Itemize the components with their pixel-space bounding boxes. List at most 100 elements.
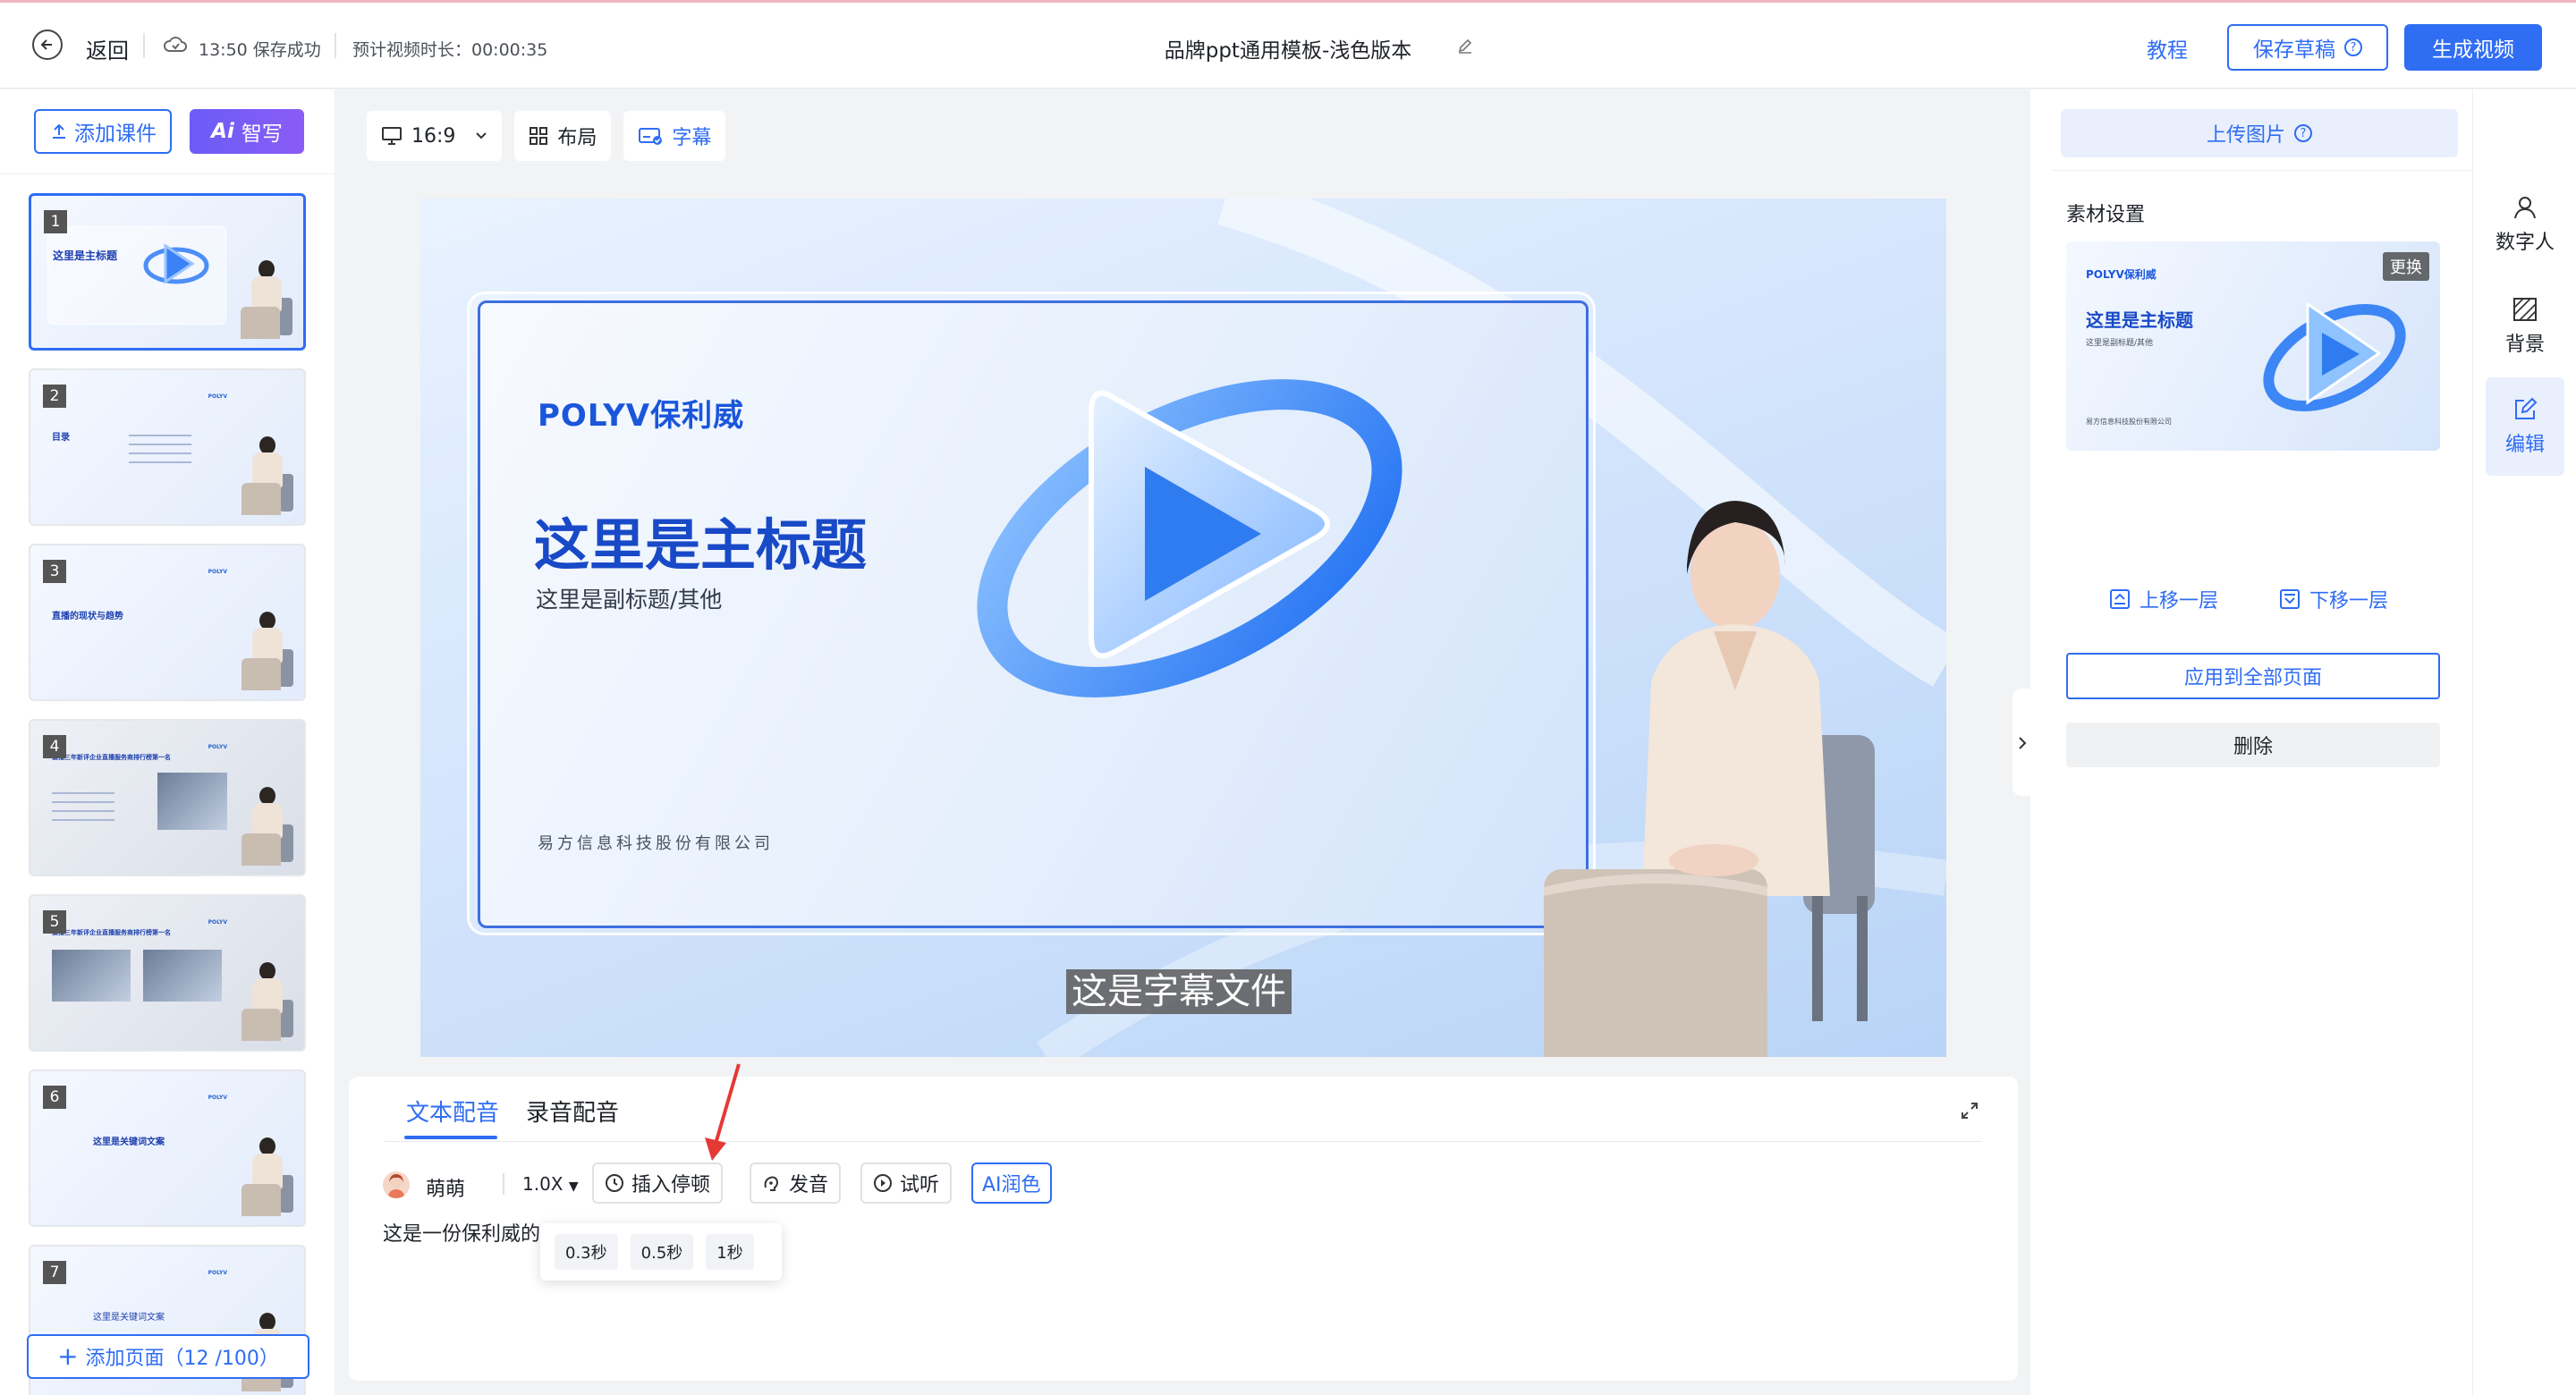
add-course-label: 添加课件 — [74, 123, 157, 146]
insert-pause-label: 插入停顿 — [631, 1174, 711, 1196]
slide-canvas[interactable]: POLYV保利威 这里是主标题 这里是副标题/其他 易方信息科技股份有限公司 这… — [420, 199, 1946, 1057]
chevron-down-icon — [476, 132, 487, 140]
tab-text-voice[interactable]: 文本配音 — [406, 1095, 499, 1128]
slide-title: 直播三年新评企业直播服务商排行榜第一名 — [52, 929, 171, 936]
add-page-button[interactable]: + 添加页面（12 /100） — [27, 1334, 309, 1379]
tab-edit[interactable]: 编辑 — [2486, 377, 2564, 476]
upload-image-button[interactable]: 上传图片 ? — [2061, 109, 2458, 157]
brand-logo: POLYV保利威 — [538, 398, 745, 434]
slide-thumbnail[interactable]: 2 POLYV 目录 — [29, 368, 306, 526]
clock-icon — [606, 1174, 623, 1192]
generate-video-button[interactable]: 生成视频 — [2404, 24, 2542, 71]
slide-title: 直播三年新评企业直播服务商排行榜第一名 — [52, 754, 171, 761]
move-layer-down-button[interactable]: 下移一层 — [2279, 585, 2388, 613]
tab-digital-human[interactable]: 数字人 — [2486, 175, 2564, 274]
annotation-arrow-icon — [705, 1063, 741, 1161]
pause-option[interactable]: 0.3秒 — [555, 1234, 618, 1270]
avatar-thumbnail — [242, 782, 295, 867]
save-draft-button[interactable]: 保存草稿 ? — [2227, 24, 2388, 71]
subtitle-button[interactable]: 字幕 — [623, 111, 726, 161]
slide-number: 4 — [43, 735, 66, 758]
material-settings-heading: 素材设置 — [2066, 204, 2146, 226]
upload-image-label: 上传图片 — [2206, 124, 2285, 147]
delete-button[interactable]: 删除 — [2066, 723, 2440, 767]
slide-logo: POLYV — [208, 1270, 227, 1276]
slide-number: 7 — [43, 1261, 66, 1284]
tab-label: 数字人 — [2495, 232, 2555, 254]
collapse-handle[interactable] — [2012, 689, 2032, 796]
slide-main-title[interactable]: 这里是主标题 — [534, 500, 867, 580]
person-icon — [2514, 197, 2536, 219]
subtitle-label: 字幕 — [672, 127, 712, 149]
slide-list: 1 这里是主标题 2 POLYV 目录 3 POLYV 直播的现状与趋势 4 P… — [27, 193, 309, 1395]
pronunciation-button[interactable]: 发音 — [750, 1162, 842, 1204]
save-draft-label: 保存草稿 — [2253, 38, 2335, 62]
avatar-thumbnail — [242, 431, 295, 517]
voice-script-input[interactable]: 这是一份保利威的 — [383, 1218, 540, 1247]
ai-write-label: 智写 — [241, 123, 283, 146]
slide-thumbnail[interactable]: 3 POLYV 直播的现状与趋势 — [29, 544, 306, 701]
tab-background[interactable]: 背景 — [2486, 277, 2564, 376]
insert-pause-button[interactable]: 插入停顿 — [592, 1162, 724, 1204]
slide-title: 目录 — [52, 433, 70, 443]
thumb-subtitle: 这里是副标题/其他 — [2086, 339, 2154, 348]
layout-button[interactable]: 布局 — [514, 111, 612, 161]
grid-icon — [530, 127, 548, 145]
help-icon: ? — [2294, 124, 2312, 142]
tab-label: 编辑 — [2504, 434, 2545, 456]
layer-up-icon — [2110, 589, 2130, 609]
subtitle-caption[interactable]: 这是字幕文件 — [1066, 969, 1292, 1014]
tab-record-voice[interactable]: 录音配音 — [526, 1095, 619, 1128]
slide-subtitle[interactable]: 这里是副标题/其他 — [536, 582, 722, 614]
ai-logo-icon: Ai — [211, 120, 234, 143]
play-logo-icon[interactable] — [957, 333, 1422, 708]
slide-title: 这里是关键词文案 — [93, 1137, 165, 1147]
slide-number: 6 — [43, 1086, 66, 1109]
company-name[interactable]: 易方信息科技股份有限公司 — [538, 831, 774, 854]
thumb-company: 易方信息科技股份有限公司 — [2086, 418, 2172, 426]
ai-polish-button[interactable]: AI润色 — [971, 1162, 1052, 1204]
avatar-thumbnail — [242, 1132, 295, 1218]
layout-label: 布局 — [557, 127, 597, 149]
slide-logo: POLYV — [208, 1095, 227, 1101]
slide-number: 3 — [43, 560, 66, 583]
ai-write-button[interactable]: Ai 智写 — [190, 109, 304, 154]
slide-thumbnail[interactable]: 5 POLYV 直播三年新评企业直播服务商排行榜第一名 — [29, 894, 306, 1052]
slide-title: 这里是主标题 — [53, 249, 118, 262]
pause-option[interactable]: 0.5秒 — [630, 1234, 694, 1270]
move-layer-up-button[interactable]: 上移一层 — [2109, 585, 2218, 613]
project-title[interactable]: 品牌ppt通用模板-浅色版本 — [0, 33, 2576, 63]
apply-all-pages-button[interactable]: 应用到全部页面 — [2066, 653, 2440, 699]
slide-thumbnail[interactable]: 1 这里是主标题 — [29, 193, 306, 351]
slide-number: 2 — [43, 385, 66, 408]
aspect-ratio-select[interactable]: 16:9 — [367, 111, 503, 161]
header: 返回 13:50 保存成功 预计视频时长：00:00:35 品牌ppt通用模板-… — [0, 3, 2576, 89]
layer-up-label: 上移一层 — [2140, 590, 2219, 613]
aspect-ratio-value: 16:9 — [411, 124, 456, 148]
slide-text-lines — [129, 435, 191, 470]
slide-thumbnail[interactable]: 4 POLYV 直播三年新评企业直播服务商排行榜第一名 — [29, 719, 306, 876]
material-thumbnail[interactable]: POLYV保利威 这里是主标题 这里是副标题/其他 易方信息科技股份有限公司 更… — [2066, 241, 2440, 451]
voice-name[interactable]: 萌萌 — [426, 1173, 465, 1202]
pencil-icon[interactable] — [1456, 37, 1474, 55]
slide-thumbnail[interactable]: 6 POLYV 这里是关键词文案 — [29, 1070, 306, 1227]
slides-panel: 添加课件 Ai 智写 1 这里是主标题 2 POLYV 目录 3 POLYV 直… — [0, 89, 335, 1395]
slide-photo — [143, 950, 222, 1002]
listen-button[interactable]: 试听 — [860, 1162, 953, 1204]
pause-duration-popup: 0.3秒 0.5秒 1秒 — [540, 1223, 782, 1281]
voice-avatar[interactable] — [383, 1171, 410, 1198]
digital-human-avatar[interactable] — [1544, 467, 1902, 1057]
slide-number: 5 — [43, 910, 66, 934]
replace-button[interactable]: 更换 — [2383, 252, 2429, 281]
slide-photo — [52, 950, 131, 1002]
slide-photo — [157, 773, 227, 830]
speed-select[interactable]: 1.0X ▼ — [503, 1173, 579, 1195]
subtitle-icon — [639, 128, 663, 145]
tutorial-link[interactable]: 教程 — [2147, 33, 2188, 63]
slide-number: 1 — [44, 210, 67, 233]
pause-option[interactable]: 1秒 — [706, 1234, 754, 1270]
slide-logo: POLYV — [208, 919, 227, 926]
active-tab-indicator — [404, 1136, 497, 1139]
expand-icon[interactable] — [1959, 1100, 1980, 1121]
add-course-button[interactable]: 添加课件 — [34, 109, 172, 154]
